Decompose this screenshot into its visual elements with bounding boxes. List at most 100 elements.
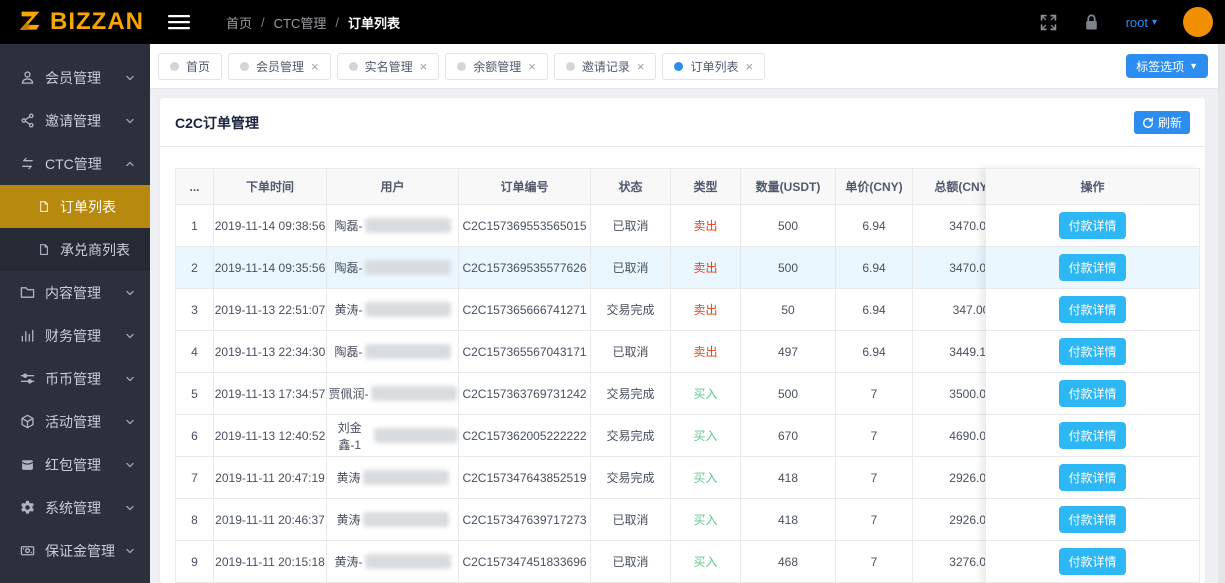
cell-type: 卖出 [670, 330, 741, 373]
sidebar-item-content[interactable]: 内容管理 [0, 271, 150, 314]
fullscreen-icon[interactable] [1040, 14, 1057, 31]
tab-首页[interactable]: 首页 [158, 52, 223, 80]
menu-icon[interactable] [168, 14, 190, 30]
sidebar-subitem-acceptor-list[interactable]: 承兑商列表 [0, 228, 150, 271]
sidebar-item-invite[interactable]: 邀请管理 [0, 99, 150, 142]
cell-type: 买入 [670, 540, 741, 583]
cell-order-no: C2C157347451833696 [458, 540, 591, 583]
sidebar-item-member[interactable]: 会员管理 [0, 56, 150, 99]
table-row[interactable]: 4 2019-11-13 22:34:30 陶磊- C2C15736556704317… [175, 330, 1014, 373]
cell-index: 2 [175, 246, 214, 289]
cell-price: 7 [835, 498, 913, 541]
user-menu[interactable]: root ▾ [1126, 15, 1157, 30]
payment-details-button[interactable]: 付款详情 [1059, 422, 1126, 449]
payment-details-button[interactable]: 付款详情 [1059, 548, 1126, 575]
lock-icon[interactable] [1083, 13, 1100, 31]
tab-订单列表[interactable]: 订单列表 × [662, 52, 766, 80]
cell-index: 3 [175, 288, 214, 331]
cell-price: 6.94 [835, 204, 913, 247]
sidebar-subitem-order-list[interactable]: 订单列表 [0, 185, 150, 228]
sidebar-item-ctc[interactable]: CTC管理 [0, 142, 150, 185]
chevron-down-icon [124, 459, 136, 471]
avatar[interactable] [1183, 7, 1213, 37]
action-cell: 付款详情 [986, 331, 1199, 373]
redacted-user-info [364, 302, 451, 317]
chevron-down-icon [124, 502, 136, 514]
table-row[interactable]: 6 2019-11-13 12:40:52 刘金鑫-1 C2C157362005222… [175, 414, 1014, 457]
tab-余额管理[interactable]: 余额管理 × [445, 52, 548, 80]
action-cell: 付款详情 [986, 457, 1199, 499]
table-row[interactable]: 3 2019-11-13 22:51:07 黄涛- C2C15736566674127… [175, 288, 1014, 331]
cell-status: 已取消 [590, 330, 671, 373]
share-icon [20, 113, 36, 128]
close-icon[interactable]: × [528, 60, 536, 73]
sidebar-item-system[interactable]: 系统管理 [0, 486, 150, 529]
payment-details-button[interactable]: 付款详情 [1059, 380, 1126, 407]
close-icon[interactable]: × [745, 60, 753, 73]
logo-text: BIZZAN [50, 8, 144, 35]
table-row[interactable]: 2 2019-11-14 09:35:56 陶磊- C2C15736953557762… [175, 246, 1014, 289]
cell-price: 6.94 [835, 330, 913, 373]
cell-order-no: C2C157362005222222 [458, 414, 591, 457]
payment-details-button[interactable]: 付款详情 [1059, 296, 1126, 323]
tab-会员管理[interactable]: 会员管理 × [228, 52, 331, 80]
cell-amount: 670 [740, 414, 836, 457]
sidebar-item-label: 币币管理 [45, 370, 101, 387]
cell-time: 2019-11-11 20:46:37 [213, 498, 327, 541]
sidebar-item-margin[interactable]: 保证金管理 [0, 529, 150, 572]
table-row[interactable]: 5 2019-11-13 17:34:57 贾佩润- C2C1573637697312… [175, 372, 1014, 415]
sidebar-item-label: 财务管理 [45, 327, 101, 344]
breadcrumb-home[interactable]: 首页 [226, 13, 252, 32]
tab-实名管理[interactable]: 实名管理 × [336, 52, 440, 80]
redacted-user-info [364, 344, 451, 359]
sidebar-subitem-label: 承兑商列表 [60, 241, 130, 258]
tab-label: 首页 [186, 59, 211, 74]
col-status: 状态 [590, 168, 671, 205]
tab-邀请记录[interactable]: 邀请记录 × [553, 52, 657, 80]
table-row[interactable]: 7 2019-11-11 20:47:19 黄涛 C2C157347643852519… [175, 456, 1014, 499]
table-row[interactable]: 8 2019-11-11 20:46:37 黄涛 C2C157347639717273… [175, 498, 1014, 541]
close-icon[interactable]: × [637, 60, 645, 73]
cell-time: 2019-11-11 20:47:19 [213, 456, 327, 499]
cell-type: 买入 [670, 498, 741, 541]
payment-details-button[interactable]: 付款详情 [1059, 506, 1126, 533]
tag-options-button[interactable]: 标签选项 ▼ [1126, 54, 1208, 78]
table-row[interactable]: 1 2019-11-14 09:38:56 陶磊- C2C15736955356501… [175, 204, 1014, 247]
payment-details-button[interactable]: 付款详情 [1059, 338, 1126, 365]
sidebar-item-redpacket[interactable]: 红包管理 [0, 443, 150, 486]
logo[interactable]: BIZZAN [0, 8, 150, 36]
doc-icon [38, 243, 52, 256]
payment-details-button[interactable]: 付款详情 [1059, 464, 1126, 491]
cell-price: 7 [835, 456, 913, 499]
cell-time: 2019-11-14 09:35:56 [213, 246, 327, 289]
redacted-user-info [364, 260, 451, 275]
chevron-down-icon [124, 545, 136, 557]
cell-status: 已取消 [590, 498, 671, 541]
close-icon[interactable]: × [420, 60, 428, 73]
tabs: 首页 会员管理 × 实名管理 × 余额管理 × 邀请记录 × 订单列表 × [158, 52, 1126, 80]
user-name-text: 黄涛 [336, 513, 361, 527]
cell-index: 9 [175, 540, 214, 583]
sidebar: 会员管理 邀请管理 CTC管理 订单列表承兑商列表内容管理财务管理币币管理活动管理 红包… [0, 44, 150, 583]
sidebar-item-coin[interactable]: 币币管理 [0, 357, 150, 400]
cell-user: 黄涛- [326, 540, 459, 583]
tab-status-dot [457, 61, 467, 71]
breadcrumb-ctc[interactable]: CTC管理 [274, 13, 327, 32]
cell-time: 2019-11-13 12:40:52 [213, 414, 327, 457]
cell-amount: 500 [740, 204, 836, 247]
refresh-button[interactable]: 刷新 [1133, 111, 1190, 134]
close-icon[interactable]: × [311, 60, 319, 73]
sidebar-item-activity[interactable]: 活动管理 [0, 400, 150, 443]
sidebar-item-finance[interactable]: 财务管理 [0, 314, 150, 357]
payment-details-button[interactable]: 付款详情 [1059, 254, 1126, 281]
page-scrollbar[interactable] [1218, 44, 1225, 583]
payment-details-button[interactable]: 付款详情 [1059, 212, 1126, 239]
users-icon [20, 70, 36, 85]
tab-label: 余额管理 [473, 59, 522, 74]
table-row[interactable]: 9 2019-11-11 20:15:18 黄涛- C2C15734745183369… [175, 540, 1014, 583]
action-cell: 付款详情 [986, 541, 1199, 583]
cell-order-no: C2C157365666741271 [458, 288, 591, 331]
action-cell: 付款详情 [986, 247, 1199, 289]
folder-icon [20, 285, 36, 300]
cell-order-no: C2C157365567043171 [458, 330, 591, 373]
